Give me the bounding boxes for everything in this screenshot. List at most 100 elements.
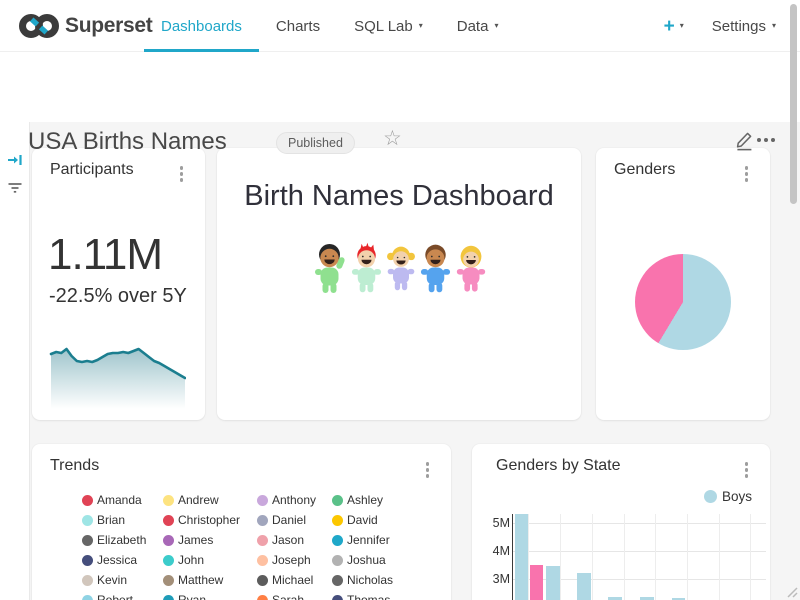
- more-actions-icon[interactable]: [757, 138, 775, 142]
- y-axis-tick: 5M: [482, 515, 510, 531]
- legend-swatch: [82, 515, 93, 526]
- bar[interactable]: [546, 566, 560, 600]
- genders-pie-chart[interactable]: [635, 254, 731, 350]
- legend-swatch: [163, 575, 174, 586]
- legend-item-elizabeth[interactable]: Elizabeth: [82, 533, 146, 547]
- legend-item-nicholas[interactable]: Nicholas: [332, 573, 393, 587]
- card-title: Trends: [50, 457, 99, 475]
- legend-item-john[interactable]: John: [163, 553, 204, 567]
- filter-funnel-icon[interactable]: [7, 180, 23, 196]
- legend-label: Amanda: [97, 493, 142, 507]
- legend-swatch: [82, 555, 93, 566]
- legend-label: James: [178, 533, 213, 547]
- child-figure-icon: [385, 242, 417, 294]
- published-badge[interactable]: Published: [276, 132, 355, 154]
- legend-swatch: [82, 595, 93, 600]
- bar-chart-legend[interactable]: Boys: [704, 489, 752, 504]
- bar[interactable]: [515, 514, 529, 600]
- superset-logo[interactable]: Superset: [18, 11, 152, 41]
- legend-label: Joshua: [347, 553, 386, 567]
- kebab-menu-icon[interactable]: [424, 460, 432, 480]
- card-participants: Participants 1.11M -22.5% over 5Y: [32, 148, 205, 420]
- markdown-heading: Birth Names Dashboard: [217, 180, 581, 213]
- legend-item-joseph[interactable]: Joseph: [257, 553, 311, 567]
- bar[interactable]: [530, 565, 543, 600]
- card-resize-handle-icon[interactable]: [784, 584, 798, 598]
- chevron-down-icon: ▾: [772, 22, 776, 30]
- legend-item-ryan[interactable]: Ryan: [163, 593, 206, 600]
- settings-menu[interactable]: Settings ▾: [712, 18, 776, 35]
- legend-label: Boys: [722, 489, 752, 504]
- legend-swatch: [704, 490, 717, 503]
- child-figure-icon: [418, 242, 453, 294]
- legend-item-anthony[interactable]: Anthony: [257, 493, 316, 507]
- legend-item-christopher[interactable]: Christopher: [163, 513, 240, 527]
- bar[interactable]: [577, 573, 591, 600]
- legend-item-jason[interactable]: Jason: [257, 533, 304, 547]
- nav-item-sql-lab[interactable]: SQL Lab▾: [337, 0, 440, 52]
- chevron-down-icon: ▾: [419, 22, 423, 30]
- legend-item-sarah[interactable]: Sarah: [257, 593, 304, 600]
- favorite-star-icon[interactable]: ☆: [383, 126, 402, 151]
- legend-item-michael[interactable]: Michael: [257, 573, 313, 587]
- kebab-menu-icon[interactable]: [743, 164, 751, 184]
- legend-swatch: [257, 595, 268, 600]
- chevron-down-icon: ▾: [680, 22, 684, 30]
- legend-label: Christopher: [178, 513, 240, 527]
- legend-item-jennifer[interactable]: Jennifer: [332, 533, 390, 547]
- legend-item-thomas[interactable]: Thomas: [332, 593, 390, 600]
- legend-label: John: [178, 553, 204, 567]
- legend-swatch: [332, 595, 343, 600]
- legend-label: David: [347, 513, 378, 527]
- legend-label: Anthony: [272, 493, 316, 507]
- superset-logo-icon: [18, 11, 60, 41]
- kebab-menu-icon[interactable]: [743, 460, 751, 480]
- legend-swatch: [163, 555, 174, 566]
- legend-item-amanda[interactable]: Amanda: [82, 493, 142, 507]
- legend-item-james[interactable]: James: [163, 533, 213, 547]
- legend-label: Jason: [272, 533, 304, 547]
- legend-item-daniel[interactable]: Daniel: [257, 513, 306, 527]
- card-title: Genders by State: [496, 457, 621, 475]
- legend-item-matthew[interactable]: Matthew: [163, 573, 223, 587]
- legend-label: Jessica: [97, 553, 137, 567]
- y-axis-tick: 4M: [482, 543, 510, 559]
- legend-item-kevin[interactable]: Kevin: [82, 573, 127, 587]
- card-title: Genders: [614, 161, 675, 179]
- nav-item-label: Charts: [276, 18, 320, 35]
- legend-swatch: [332, 575, 343, 586]
- kebab-menu-icon[interactable]: [178, 164, 186, 184]
- legend-item-joshua[interactable]: Joshua: [332, 553, 386, 567]
- legend-item-jessica[interactable]: Jessica: [82, 553, 137, 567]
- nav-item-dashboards[interactable]: Dashboards: [144, 0, 259, 52]
- nav-item-charts[interactable]: Charts: [259, 0, 337, 52]
- navbar-right: + ▾ Settings ▾: [664, 0, 776, 52]
- child-figure-icon: [311, 242, 348, 294]
- vertical-scrollbar-thumb[interactable]: [790, 4, 797, 204]
- legend-item-ashley[interactable]: Ashley: [332, 493, 383, 507]
- card-genders-by-state: Genders by State Boys 5M4M3M: [472, 444, 770, 600]
- nav-item-label: Data: [457, 18, 489, 35]
- legend-label: Nicholas: [347, 573, 393, 587]
- expand-filter-bar-icon[interactable]: [7, 152, 23, 168]
- nav-item-data[interactable]: Data ▾: [440, 0, 516, 52]
- main-nav: Dashboards Charts SQL Lab▾ Data ▾: [144, 0, 515, 52]
- legend-item-brian[interactable]: Brian: [82, 513, 125, 527]
- edit-pencil-icon[interactable]: [735, 130, 753, 151]
- dashboard-title: USA Births Names: [28, 128, 227, 156]
- legend-label: Robert: [97, 593, 133, 600]
- legend-swatch: [82, 575, 93, 586]
- chevron-down-icon: ▾: [494, 22, 498, 30]
- add-new-menu[interactable]: + ▾: [664, 17, 684, 36]
- legend-item-robert[interactable]: Robert: [82, 593, 133, 600]
- legend-item-andrew[interactable]: Andrew: [163, 493, 219, 507]
- legend-label: Daniel: [272, 513, 306, 527]
- dashboard-header: USA Births Names Published ☆: [0, 52, 800, 122]
- superset-dashboard-page: Superset Dashboards Charts SQL Lab▾ Data ▾ +…: [0, 0, 800, 600]
- legend-label: Andrew: [178, 493, 219, 507]
- legend-swatch: [257, 555, 268, 566]
- nav-item-label: Dashboards: [161, 18, 242, 35]
- settings-label: Settings: [712, 18, 766, 35]
- legend-item-david[interactable]: David: [332, 513, 378, 527]
- card-title: Participants: [50, 161, 134, 179]
